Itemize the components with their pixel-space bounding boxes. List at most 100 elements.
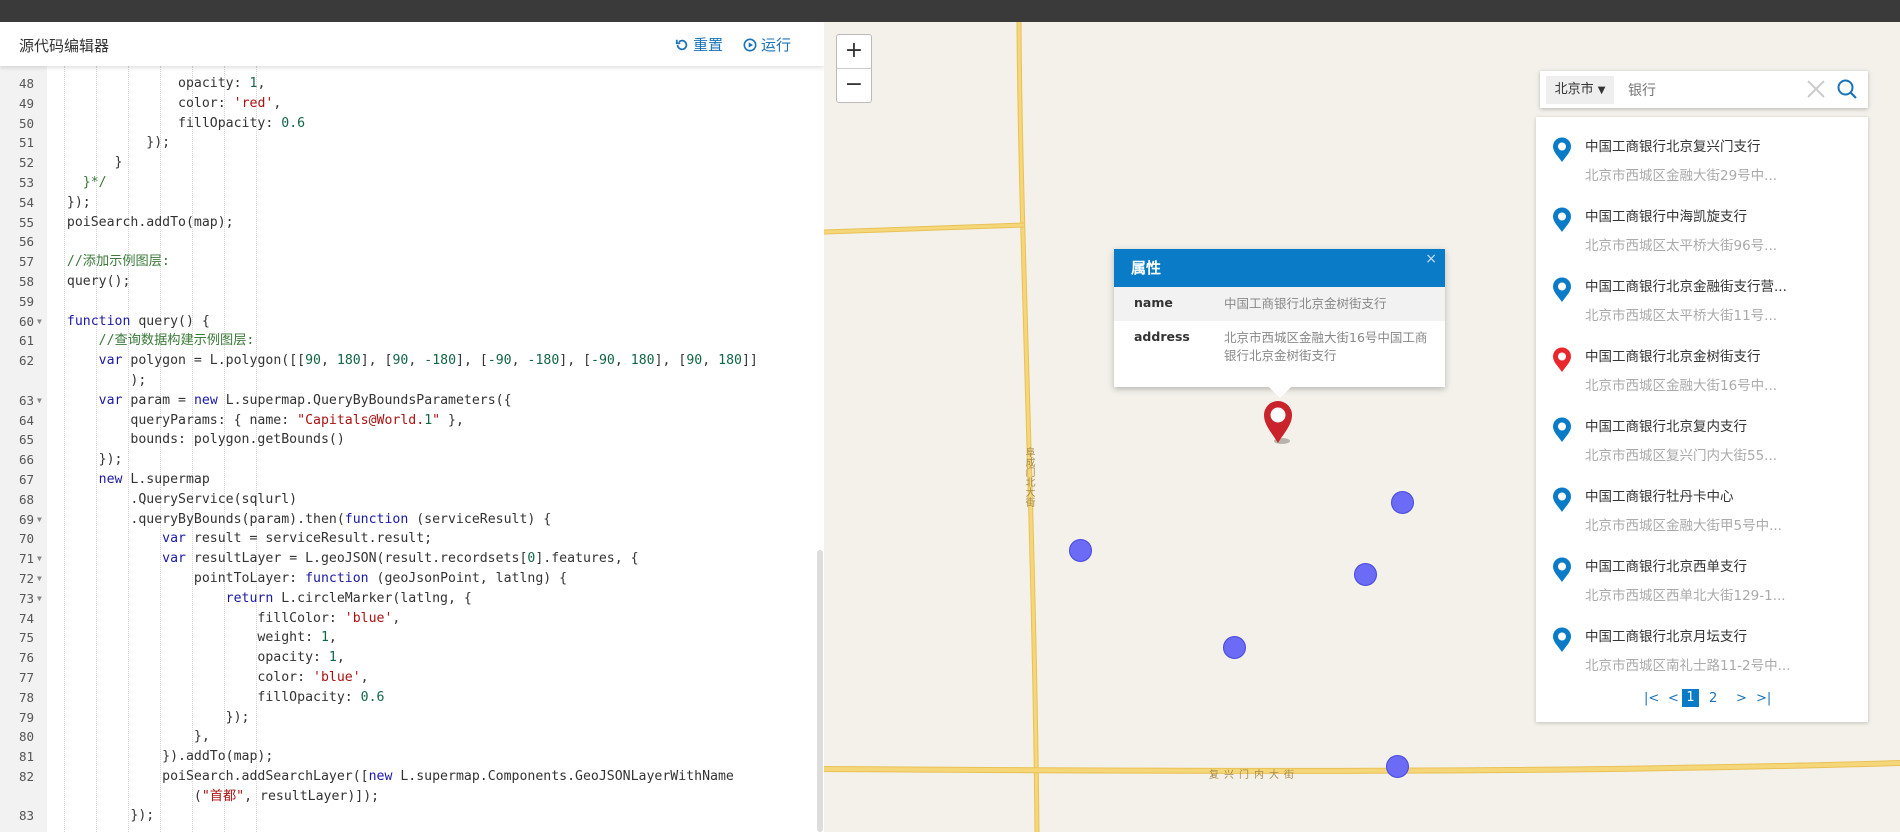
capital-circle-marker[interactable] [1069, 539, 1092, 562]
prev-page-button[interactable]: < [1668, 691, 1679, 706]
line-number: 54 [18, 194, 34, 210]
code-text: fillColor: 'blue', [51, 610, 401, 626]
code-line[interactable]: 60 ▼ function query() { [0, 312, 824, 332]
code-line[interactable]: 57 //添加示例图层: [0, 252, 824, 272]
result-item[interactable]: 中国工商银行北京复内支行 北京市西城区复兴门内大街55... [1536, 397, 1868, 467]
page-2-button[interactable]: 2 [1709, 691, 1717, 706]
code-text: var polygon = L.polygon([[90, 180], [90,… [98, 353, 758, 388]
code-text: }*/ [51, 174, 107, 190]
result-item[interactable]: 中国工商银行牡丹卡中心 北京市西城区金融大街甲5号中... [1536, 467, 1868, 537]
code-line[interactable]: 78 fillOpacity: 0.6 [0, 688, 824, 708]
code-line[interactable]: 80 }, [0, 727, 824, 747]
code-line[interactable]: 62 var polygon = L.polygon([[90, 180], [… [0, 351, 824, 391]
editor-header: 源代码编辑器 重置 运行 [0, 22, 824, 66]
code-line[interactable]: 63 ▼ var param = new L.supermap.QueryByBo… [0, 391, 824, 411]
line-number: 56 [18, 234, 34, 250]
code-line[interactable]: 77 color: 'blue', [0, 668, 824, 688]
code-line[interactable]: 59 [0, 292, 824, 312]
code-line[interactable]: 67 new L.supermap [0, 470, 824, 490]
fold-arrow-icon[interactable]: ▼ [37, 510, 42, 530]
result-name: 中国工商银行北京复兴门支行 [1585, 139, 1761, 155]
code-line[interactable]: 49 color: 'red', [0, 94, 824, 114]
code-line[interactable]: 76 opacity: 1, [0, 648, 824, 668]
fold-arrow-icon[interactable]: ▼ [37, 589, 42, 609]
line-number: 67 [18, 471, 34, 487]
page-1-button[interactable]: 1 [1682, 689, 1699, 707]
code-line[interactable]: 81 }).addTo(map); [0, 747, 824, 767]
code-line[interactable]: 71 ▼ var resultLayer = L.geoJSON(result.r… [0, 549, 824, 569]
result-item[interactable]: 中国工商银行中海凯旋支行 北京市西城区太平桥大街96号... [1536, 187, 1868, 257]
code-text: return L.circleMarker(latlng, { [225, 590, 472, 606]
code-line[interactable]: 74 fillColor: 'blue', [0, 609, 824, 629]
city-selector[interactable]: 北京市 ▼ [1546, 76, 1614, 104]
run-button[interactable]: 运行 [743, 34, 791, 55]
code-text: bounds: polygon.getBounds() [51, 432, 345, 448]
code-text: opacity: 1, [51, 76, 266, 91]
result-item[interactable]: 中国工商银行北京月坛支行 北京市西城区南礼士路11-2号中... [1536, 607, 1868, 677]
code-text: query(); [51, 273, 131, 289]
code-line[interactable]: 52 } [0, 153, 824, 173]
zoom-in-button[interactable]: + [837, 35, 871, 68]
code-line[interactable]: 55 poiSearch.addTo(map); [0, 213, 824, 233]
code-editor-panel: 源代码编辑器 重置 运行 48 opacity: 1, 49 color: 're… [0, 22, 825, 832]
search-icon[interactable] [1836, 78, 1858, 100]
code-area[interactable]: 48 opacity: 1, 49 color: 'red', 50 fillOpa… [0, 74, 824, 826]
code-text: pointToLayer: function (geoJsonPoint, la… [51, 570, 568, 586]
code-line[interactable]: 53 }*/ [0, 173, 824, 193]
result-item[interactable]: 中国工商银行北京金树街支行 北京市西城区金融大街16号中... [1536, 327, 1868, 397]
fold-arrow-icon[interactable]: ▼ [37, 312, 42, 332]
code-line[interactable]: 73 ▼ return L.circleMarker(latlng, { [0, 589, 824, 609]
run-label: 运行 [761, 36, 792, 54]
code-line[interactable]: 68 .QueryService(sqlurl) [0, 490, 824, 510]
code-line[interactable]: 83 }); [0, 806, 824, 826]
result-item[interactable]: 中国工商银行北京金融街支行营... 北京市西城区太平桥大街11号... [1536, 257, 1868, 327]
code-line[interactable]: 66 }); [0, 450, 824, 470]
code-line[interactable]: 51 }); [0, 133, 824, 153]
clear-icon[interactable] [1805, 78, 1827, 100]
capital-circle-marker[interactable] [1223, 636, 1246, 659]
editor-scrollbar[interactable] [817, 550, 823, 832]
code-line[interactable]: 72 ▼ pointToLayer: function (geoJsonPoint… [0, 569, 824, 589]
code-line[interactable]: 48 opacity: 1, [0, 74, 824, 94]
code-line[interactable]: 61 //查询数据构建示例图层: [0, 331, 824, 351]
line-number: 78 [18, 689, 34, 705]
code-line[interactable]: 64 queryParams: { name: "Capitals@World.… [0, 411, 824, 431]
code-line[interactable]: 65 bounds: polygon.getBounds() [0, 430, 824, 450]
location-pin-icon [1553, 627, 1571, 652]
fold-arrow-icon[interactable]: ▼ [37, 549, 42, 569]
code-line[interactable]: 70 var result = serviceResult.result; [0, 529, 824, 549]
search-input[interactable] [1626, 79, 1790, 101]
last-page-button[interactable]: >| [1756, 691, 1771, 706]
attribute-popup: 属性 × name 中国工商银行北京金树街支行 address 北京市西城区金融… [1114, 249, 1445, 387]
fold-arrow-icon[interactable]: ▼ [37, 569, 42, 589]
code-line[interactable]: 79 }); [0, 708, 824, 728]
capital-circle-marker[interactable] [1386, 755, 1409, 778]
code-line[interactable]: 75 weight: 1, [0, 628, 824, 648]
code-line[interactable]: 56 [0, 232, 824, 252]
code-line[interactable]: 82 poiSearch.addSearchLayer([new L.super… [0, 767, 824, 807]
code-line[interactable]: 58 query(); [0, 272, 824, 292]
popup-close-button[interactable]: × [1425, 251, 1437, 267]
first-page-button[interactable]: |< [1644, 691, 1659, 706]
fold-arrow-icon[interactable]: ▼ [37, 391, 42, 411]
zoom-out-button[interactable]: − [837, 68, 871, 102]
code-line[interactable]: 54 }); [0, 193, 824, 213]
capital-circle-marker[interactable] [1354, 563, 1377, 586]
reset-button[interactable]: 重置 [675, 34, 723, 55]
result-address: 北京市西城区金融大街甲5号中... [1585, 518, 1782, 534]
code-text: color: 'blue', [51, 669, 369, 685]
selected-location-pin-icon[interactable] [1262, 399, 1296, 445]
line-number: 65 [18, 432, 34, 448]
code-text: .queryByBounds(param).then(function (ser… [51, 511, 552, 527]
code-line[interactable]: 69 ▼ .queryByBounds(param).then(function … [0, 510, 824, 530]
result-name: 中国工商银行北京金树街支行 [1585, 349, 1761, 365]
next-page-button[interactable]: > [1736, 691, 1747, 706]
result-item[interactable]: 中国工商银行北京复兴门支行 北京市西城区金融大街29号中... [1536, 117, 1868, 187]
popup-address-key: address [1134, 329, 1190, 344]
result-item[interactable]: 中国工商银行北京西单支行 北京市西城区西单北大街129-1... [1536, 537, 1868, 607]
code-text: queryParams: { name: "Capitals@World.1" … [51, 412, 464, 428]
line-number: 83 [18, 808, 34, 824]
code-line[interactable]: 50 fillOpacity: 0.6 [0, 114, 824, 134]
code-text: new L.supermap [98, 471, 210, 487]
capital-circle-marker[interactable] [1391, 491, 1414, 514]
